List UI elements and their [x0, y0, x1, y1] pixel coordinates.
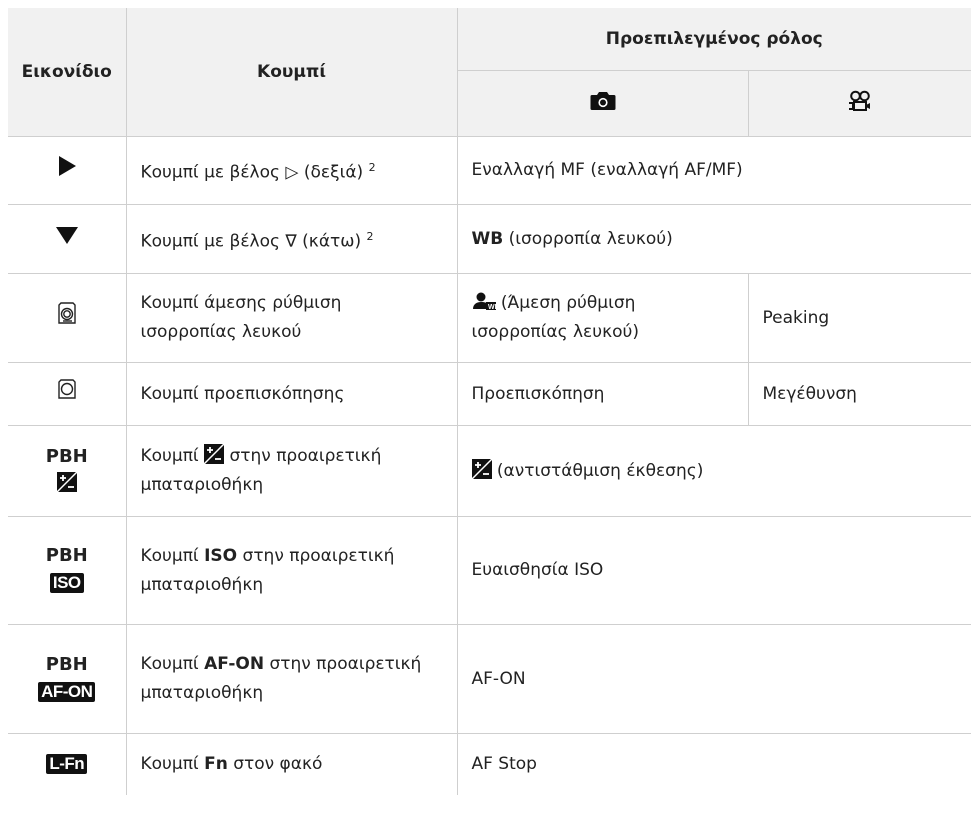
- table-row: Κουμπί άμεσης ρύθμιση ισορροπίας λευκού …: [8, 273, 971, 363]
- iso-badge: ISO: [49, 573, 84, 593]
- role-cell: Εναλλαγή MF (εναλλαγή AF/MF): [457, 136, 971, 205]
- table-row: Κουμπί προεπισκόπησης Προεπισκόπηση Μεγέ…: [8, 362, 971, 426]
- camera-icon: [590, 92, 615, 110]
- role-cell: Ευαισθησία ISO: [457, 516, 971, 625]
- header-photo: [457, 70, 749, 137]
- header-default-role: Προεπιλεγμένος ρόλος: [457, 8, 971, 71]
- button-cell: Κουμπί Fn στον φακό: [126, 733, 458, 795]
- table-row: PBH Κουμπί στην προαιρετική μπαταριοθήκη: [8, 425, 971, 517]
- exposure-comp-icon: [56, 471, 77, 492]
- role-cell-photo: WB (Άμεση ρύθμιση ισορροπίας λευκού): [457, 273, 749, 363]
- button-cell: Κουμπί στην προαιρετική μπαταριοθήκη: [126, 425, 458, 517]
- button-cell: Κουμπί προεπισκόπησης: [126, 362, 458, 426]
- preview-button-icon: [58, 379, 76, 399]
- exposure-comp-icon: [204, 444, 225, 464]
- role-cell: AF-ON: [457, 624, 971, 734]
- header-button: Κουμπί: [126, 8, 458, 137]
- svg-text:WB: WB: [488, 304, 496, 310]
- pbh-label: PBH: [45, 653, 88, 675]
- role-cell: WB (ισορροπία λευκού): [457, 204, 971, 274]
- right-arrow-glyph: ▷: [285, 162, 299, 183]
- af-on-badge: AF-ON: [38, 681, 96, 702]
- header-icon: Εικονίδιο: [8, 8, 127, 137]
- l-fn-badge: L-Fn: [46, 754, 88, 774]
- exposure-comp-icon: [471, 458, 492, 479]
- button-cell: Κουμπί άμεσης ρύθμιση ισορροπίας λευκού: [126, 273, 458, 363]
- table-row: L-Fn Κουμπί Fn στον φακό AF Stop: [8, 733, 971, 795]
- button-cell: Κουμπί AF-ON στην προαιρετική μπαταριοθή…: [126, 624, 458, 734]
- one-touch-wb-button-icon: [58, 302, 76, 324]
- button-cell: Κουμπί με βέλος ∇ (κάτω) 2: [126, 204, 458, 274]
- role-cell-photo: Προεπισκόπηση: [457, 362, 749, 426]
- table-row: PBH AF-ON Κουμπί AF-ON στην προαιρετική …: [8, 624, 971, 734]
- button-cell: Κουμπί με βέλος ▷ (δεξιά) 2: [126, 136, 458, 205]
- right-triangle-icon: [58, 155, 76, 176]
- pbh-label: PBH: [45, 545, 88, 566]
- button-cell: Κουμπί ISO στην προαιρετική μπαταριοθήκη: [126, 516, 458, 625]
- role-cell: (αντιστάθμιση έκθεσης): [457, 425, 971, 517]
- table-row: Κουμπί με βέλος ▷ (δεξιά) 2 Εναλλαγή MF …: [8, 136, 971, 205]
- movie-camera-icon: [848, 90, 870, 111]
- role-cell-video: Μεγέθυνση: [748, 362, 971, 426]
- role-cell-video: Peaking: [748, 273, 971, 363]
- down-arrow-glyph: ∇: [285, 231, 297, 252]
- table-row: Κουμπί με βέλος ∇ (κάτω) 2 WB (ισορροπία…: [8, 204, 971, 274]
- down-triangle-icon: [55, 226, 78, 244]
- pbh-label: PBH: [45, 445, 88, 467]
- header-video: [748, 70, 971, 137]
- role-cell: AF Stop: [471, 754, 537, 774]
- table-row: PBH ISO Κουμπί ISO στην προαιρετική μπατ…: [8, 516, 971, 625]
- one-touch-wb-icon: WB: [472, 292, 499, 311]
- button-function-table: Εικονίδιο Κουμπί Προεπιλεγμένος ρόλος Κο…: [8, 8, 971, 795]
